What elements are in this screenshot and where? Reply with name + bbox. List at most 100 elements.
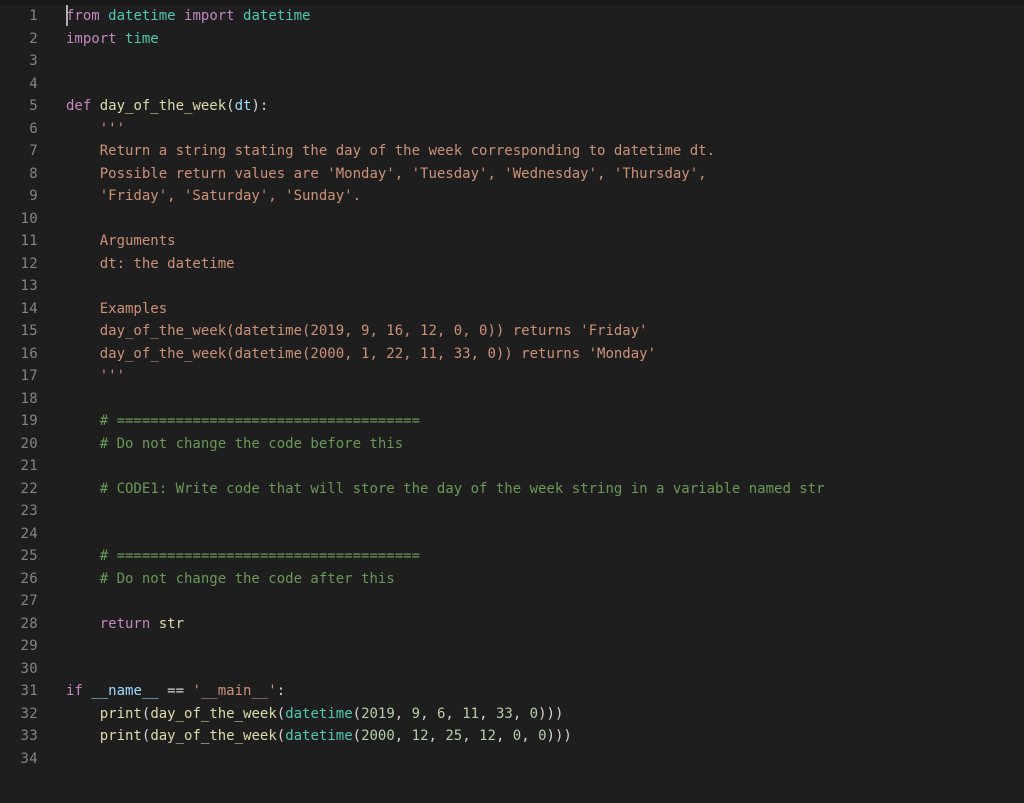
- token-num: 11: [462, 706, 479, 722]
- line-number: 13: [0, 275, 56, 298]
- token-num: 33: [496, 706, 513, 722]
- code-line[interactable]: return str: [66, 613, 1024, 636]
- code-line[interactable]: Examples: [66, 298, 1024, 321]
- code-line[interactable]: [66, 275, 1024, 298]
- line-number: 34: [0, 748, 56, 771]
- token-op: [66, 616, 100, 632]
- token-op: (: [277, 728, 285, 744]
- token-kw: return: [100, 616, 151, 632]
- line-number: 6: [0, 118, 56, 141]
- token-str: Examples: [100, 301, 167, 317]
- token-builtin: str: [159, 616, 184, 632]
- code-line[interactable]: [66, 523, 1024, 546]
- code-line[interactable]: # ====================================: [66, 545, 1024, 568]
- token-str: dt: the datetime: [100, 256, 235, 272]
- code-line[interactable]: print(day_of_the_week(datetime(2019, 9, …: [66, 703, 1024, 726]
- code-line[interactable]: Possible return values are 'Monday', 'Tu…: [66, 163, 1024, 186]
- token-op: [235, 8, 243, 24]
- token-op: [66, 301, 100, 317]
- code-line[interactable]: from datetime import datetime: [66, 5, 1024, 28]
- code-line[interactable]: [66, 73, 1024, 96]
- token-op: ,: [445, 706, 462, 722]
- token-str: ''': [100, 121, 125, 137]
- token-str: Possible return values are 'Monday', 'Tu…: [100, 166, 707, 182]
- token-kw: if: [66, 683, 83, 699]
- token-op: ):: [251, 98, 268, 114]
- code-line[interactable]: # Do not change the code after this: [66, 568, 1024, 591]
- line-number: 23: [0, 500, 56, 523]
- code-area[interactable]: from datetime import datetimeimport time…: [56, 0, 1024, 803]
- token-kw: from: [66, 8, 100, 24]
- token-op: [66, 323, 100, 339]
- line-number: 20: [0, 433, 56, 456]
- code-line[interactable]: 'Friday', 'Saturday', 'Sunday'.: [66, 185, 1024, 208]
- code-line[interactable]: [66, 208, 1024, 231]
- line-number: 7: [0, 140, 56, 163]
- token-str: Arguments: [100, 233, 176, 249]
- token-mod: time: [125, 31, 159, 47]
- token-num: 12: [479, 728, 496, 744]
- token-cmt: # ====================================: [100, 548, 420, 564]
- code-line[interactable]: [66, 388, 1024, 411]
- code-line[interactable]: # CODE1: Write code that will store the …: [66, 478, 1024, 501]
- code-line[interactable]: [66, 590, 1024, 613]
- token-fn: day_of_the_week: [150, 728, 276, 744]
- line-number-gutter: 1234567891011121314151617181920212223242…: [0, 0, 56, 803]
- code-line[interactable]: day_of_the_week(datetime(2019, 9, 16, 12…: [66, 320, 1024, 343]
- text-cursor: [66, 5, 68, 26]
- line-number: 26: [0, 568, 56, 591]
- code-line[interactable]: print(day_of_the_week(datetime(2000, 12,…: [66, 725, 1024, 748]
- token-mod: datetime: [108, 8, 175, 24]
- token-op: [117, 31, 125, 47]
- token-op: [91, 98, 99, 114]
- token-builtin: print: [100, 706, 142, 722]
- token-op: ,: [395, 706, 412, 722]
- code-line[interactable]: dt: the datetime: [66, 253, 1024, 276]
- token-op: ,: [420, 706, 437, 722]
- token-str: Return a string stating the day of the w…: [100, 143, 715, 159]
- code-line[interactable]: day_of_the_week(datetime(2000, 1, 22, 11…: [66, 343, 1024, 366]
- token-op: (: [353, 728, 361, 744]
- line-number: 11: [0, 230, 56, 253]
- code-line[interactable]: # Do not change the code before this: [66, 433, 1024, 456]
- token-mod: datetime: [285, 706, 352, 722]
- code-line[interactable]: [66, 748, 1024, 771]
- line-number: 22: [0, 478, 56, 501]
- code-line[interactable]: [66, 455, 1024, 478]
- code-line[interactable]: [66, 658, 1024, 681]
- token-num: 2000: [361, 728, 395, 744]
- token-op: [66, 706, 100, 722]
- token-op: :: [277, 683, 285, 699]
- line-number: 17: [0, 365, 56, 388]
- token-str: 'Friday', 'Saturday', 'Sunday'.: [100, 188, 361, 204]
- code-line[interactable]: def day_of_the_week(dt):: [66, 95, 1024, 118]
- token-cmt: # Do not change the code after this: [100, 571, 395, 587]
- code-line[interactable]: Arguments: [66, 230, 1024, 253]
- code-line[interactable]: import time: [66, 28, 1024, 51]
- token-op: [66, 728, 100, 744]
- line-number: 33: [0, 725, 56, 748]
- token-op: [66, 548, 100, 564]
- token-num: 2019: [361, 706, 395, 722]
- line-number: 27: [0, 590, 56, 613]
- code-line[interactable]: [66, 635, 1024, 658]
- token-op: (: [353, 706, 361, 722]
- line-number: 4: [0, 73, 56, 96]
- line-number: 30: [0, 658, 56, 681]
- code-line[interactable]: Return a string stating the day of the w…: [66, 140, 1024, 163]
- code-editor[interactable]: 1234567891011121314151617181920212223242…: [0, 0, 1024, 803]
- code-line[interactable]: ''': [66, 365, 1024, 388]
- token-kw: import: [66, 31, 117, 47]
- token-op: [66, 413, 100, 429]
- code-line[interactable]: [66, 500, 1024, 523]
- code-line[interactable]: # ====================================: [66, 410, 1024, 433]
- token-num: 0: [530, 706, 538, 722]
- line-number: 2: [0, 28, 56, 51]
- token-mod: datetime: [285, 728, 352, 744]
- token-fn: day_of_the_week: [100, 98, 226, 114]
- code-line[interactable]: [66, 50, 1024, 73]
- line-number: 29: [0, 635, 56, 658]
- code-line[interactable]: if __name__ == '__main__':: [66, 680, 1024, 703]
- line-number: 15: [0, 320, 56, 343]
- code-line[interactable]: ''': [66, 118, 1024, 141]
